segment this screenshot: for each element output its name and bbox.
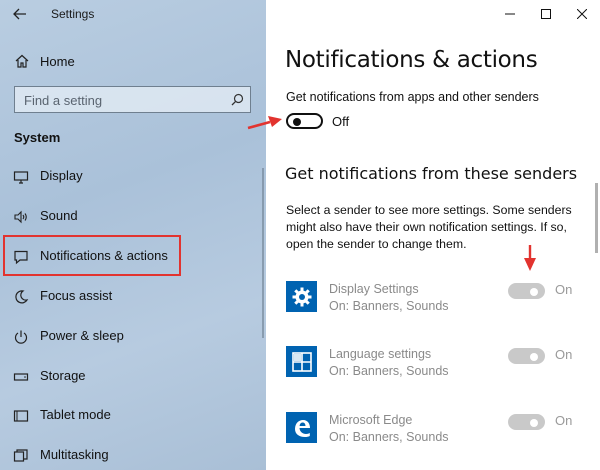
language-icon	[286, 346, 317, 377]
maximize-button[interactable]	[528, 0, 564, 28]
sender-name: Language settings	[329, 347, 432, 361]
notifications-toggle[interactable]	[286, 113, 323, 129]
toggle-knob	[530, 419, 538, 427]
edge-icon	[286, 412, 317, 443]
home-icon	[14, 53, 30, 74]
sender-detail: On: Banners, Sounds	[329, 364, 449, 378]
power-icon	[13, 329, 29, 345]
sender-detail: On: Banners, Sounds	[329, 299, 449, 313]
sidebar-item-label: Focus assist	[40, 288, 113, 303]
toggle-knob	[530, 288, 538, 296]
sidebar-item-storage[interactable]: Storage	[0, 358, 266, 394]
content-pane: Notifications & actions Get notification…	[266, 0, 600, 470]
sender-name: Display Settings	[329, 282, 419, 296]
sender-toggle[interactable]	[508, 414, 545, 430]
title-bar: Settings	[0, 0, 266, 30]
moon-icon	[13, 289, 29, 305]
toggle-knob	[293, 118, 301, 126]
toggle-knob	[530, 353, 538, 361]
drive-icon	[13, 369, 29, 385]
annotation-arrow-toggle	[247, 116, 282, 130]
minimize-icon	[505, 13, 515, 15]
monitor-icon	[13, 169, 29, 185]
sidebar-item-label: Home	[40, 54, 75, 69]
sender-detail: On: Banners, Sounds	[329, 430, 449, 444]
sidebar-item-home[interactable]: Home	[0, 46, 266, 76]
sender-item-language-settings[interactable]: Language settings On: Banners, Sounds On	[286, 346, 596, 394]
window-controls	[492, 0, 600, 28]
senders-description: Select a sender to see more settings. So…	[286, 203, 572, 251]
sidebar-item-display[interactable]: Display	[0, 158, 266, 194]
sender-toggle[interactable]	[508, 283, 545, 299]
page-title: Notifications & actions	[285, 47, 538, 73]
sender-name: Microsoft Edge	[329, 413, 413, 427]
sidebar: Settings Home Find a setting System Disp…	[0, 0, 266, 470]
speaker-icon	[13, 209, 29, 225]
annotation-arrow-sender	[524, 245, 536, 271]
senders-heading: Get notifications from these senders	[285, 164, 578, 183]
sidebar-item-sound[interactable]: Sound	[0, 198, 266, 234]
close-icon	[577, 9, 587, 19]
sender-toggle-state: On	[555, 413, 573, 428]
section-heading-system: System	[14, 130, 61, 145]
search-placeholder: Find a setting	[24, 93, 103, 108]
close-button[interactable]	[564, 0, 600, 28]
get-notifications-label: Get notifications from apps and other se…	[286, 90, 539, 104]
content-scrollbar[interactable]	[595, 183, 598, 253]
multitask-icon	[13, 448, 29, 464]
sidebar-item-label: Storage	[40, 368, 86, 383]
search-icon	[231, 93, 244, 111]
sender-toggle-state: On	[555, 282, 573, 297]
sidebar-item-label: Display	[40, 168, 83, 183]
sender-toggle[interactable]	[508, 348, 545, 364]
sidebar-scrollbar[interactable]	[262, 168, 264, 338]
sidebar-item-label: Tablet mode	[40, 407, 111, 422]
sidebar-item-power-sleep[interactable]: Power & sleep	[0, 318, 266, 354]
annotation-highlight-box	[3, 235, 181, 276]
sidebar-item-tablet-mode[interactable]: Tablet mode	[0, 397, 266, 433]
sender-toggle-state: On	[555, 347, 573, 362]
sidebar-item-multitasking[interactable]: Multitasking	[0, 437, 266, 470]
sidebar-item-label: Sound	[40, 208, 78, 223]
maximize-icon	[541, 9, 551, 19]
sidebar-item-focus-assist[interactable]: Focus assist	[0, 278, 266, 314]
sidebar-item-label: Power & sleep	[40, 328, 124, 343]
tablet-icon	[13, 408, 29, 424]
back-button[interactable]	[6, 2, 34, 26]
minimize-button[interactable]	[492, 0, 528, 28]
gear-icon	[286, 281, 317, 312]
search-input[interactable]: Find a setting	[14, 86, 251, 113]
sender-item-display-settings[interactable]: Display Settings On: Banners, Sounds On	[286, 281, 596, 329]
sidebar-item-label: Multitasking	[40, 447, 109, 462]
sender-item-microsoft-edge[interactable]: Microsoft Edge On: Banners, Sounds On	[286, 412, 596, 460]
window-title: Settings	[51, 7, 95, 21]
back-arrow-icon	[13, 8, 26, 20]
toggle-state-label: Off	[332, 114, 350, 129]
